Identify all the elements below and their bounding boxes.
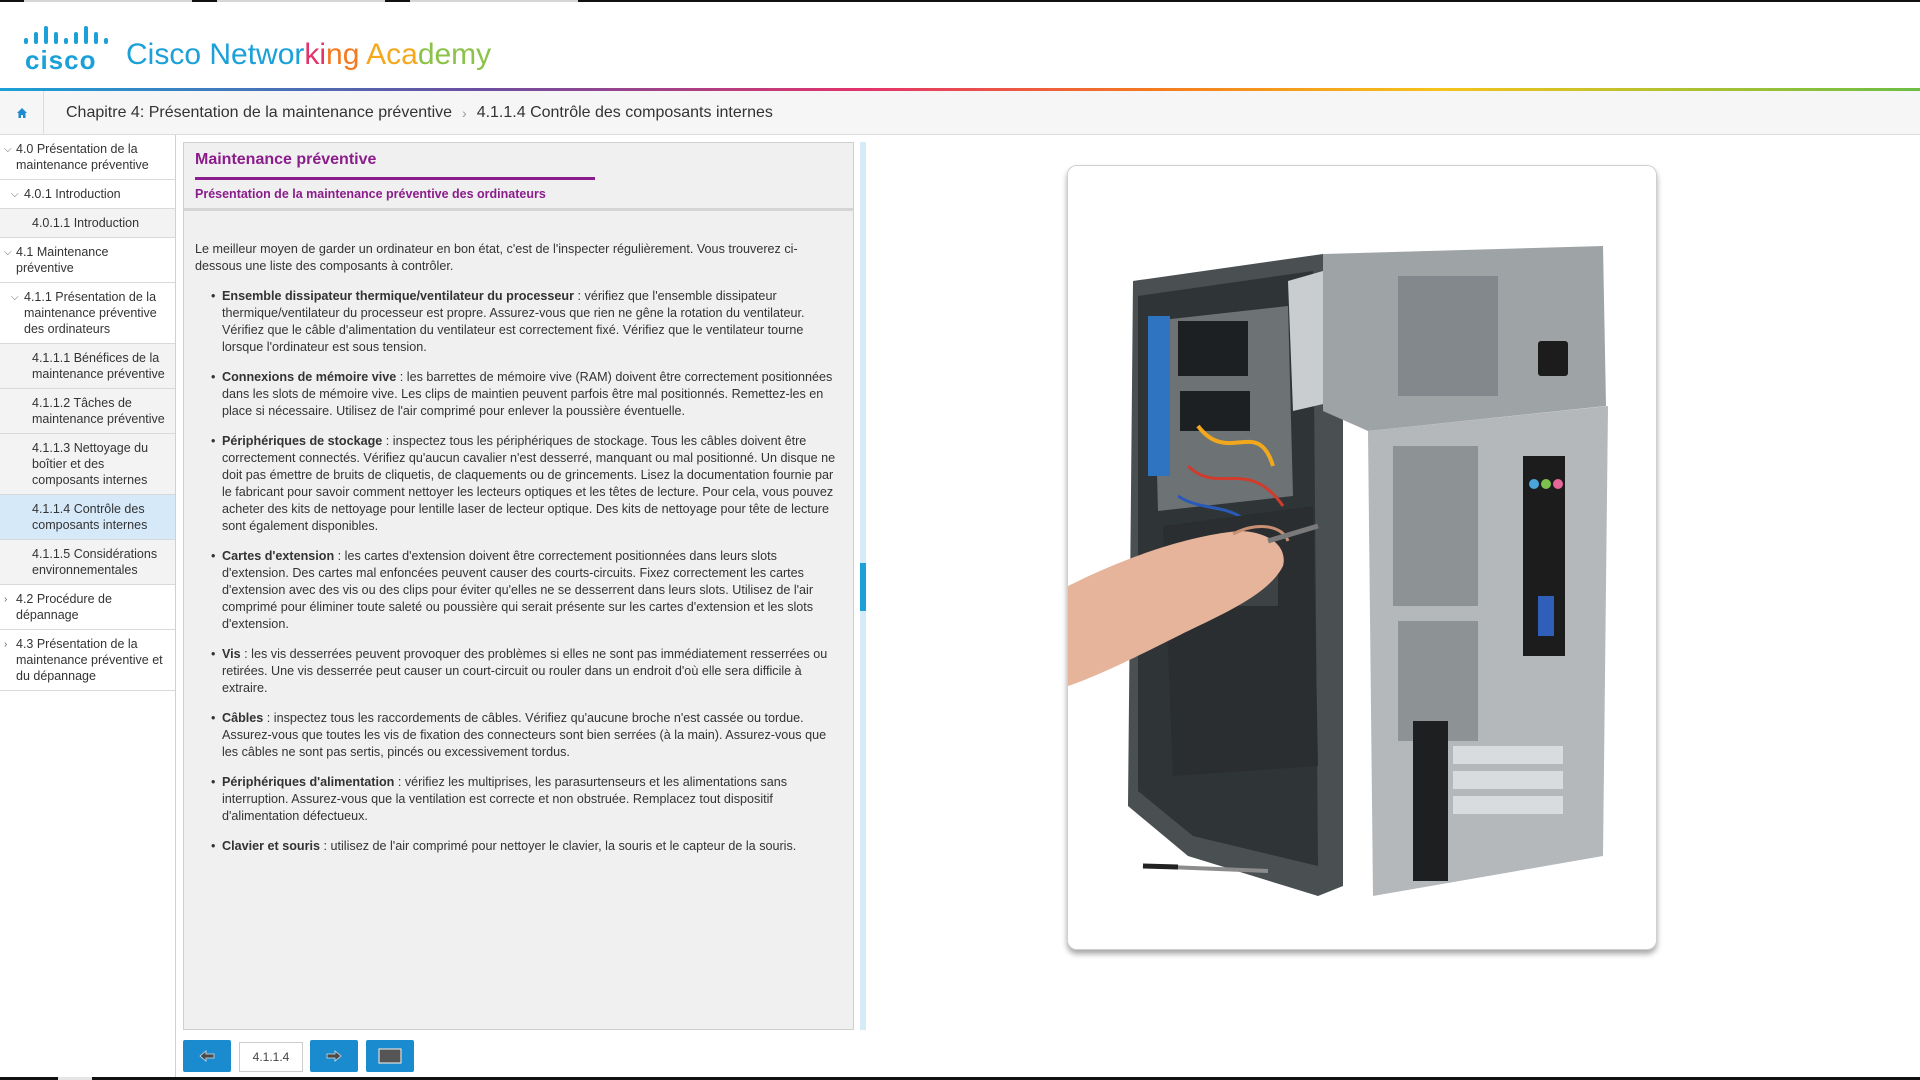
- arrow-right-icon: [326, 1050, 342, 1062]
- app-title-part: demy: [417, 38, 492, 71]
- home-button[interactable]: [0, 91, 44, 135]
- toc-item[interactable]: ⌵ 4.1.1 Présentation de la maintenance pr…: [0, 283, 175, 344]
- app-header: cisco Cisco Networking Academy: [0, 2, 1920, 88]
- toc-item[interactable]: 4.1.1.1 Bénéfices de la maintenance prév…: [0, 344, 175, 389]
- chevron-down-icon: ⌵: [11, 292, 19, 303]
- list-item: Câbles : inspectez tous les raccordement…: [211, 710, 843, 761]
- content-panel: Maintenance préventive Présentation de l…: [183, 142, 854, 1030]
- app-title-part: ki: [304, 38, 327, 71]
- chevron-down-icon: ⌵: [4, 144, 12, 155]
- toc-item[interactable]: 4.1.1.3 Nettoyage du boîtier et des comp…: [0, 434, 175, 495]
- app-title-part: Cisco Networ: [126, 38, 305, 71]
- toc-item-label: 4.1.1.2 Tâches de maintenance préventive: [32, 396, 165, 426]
- title-underline: [195, 177, 595, 180]
- list-item-text: : inspectez tous les raccordements de câ…: [222, 711, 827, 759]
- toc-item[interactable]: 4.1.1.2 Tâches de maintenance préventive: [0, 389, 175, 434]
- app-title-part: ng: [326, 38, 367, 71]
- toc-item[interactable]: › 4.2 Procédure de dépannage: [0, 585, 175, 630]
- cisco-logo: cisco: [24, 24, 108, 75]
- previous-button[interactable]: [183, 1040, 231, 1072]
- list-item: Clavier et souris : utilisez de l'air co…: [211, 838, 843, 855]
- toc-item-label: 4.0 Présentation de la maintenance préve…: [16, 142, 149, 172]
- list-item-term: Ensemble dissipateur thermique/ventilate…: [222, 289, 575, 303]
- home-icon: [16, 108, 27, 118]
- page-subtitle: Présentation de la maintenance préventiv…: [195, 187, 546, 201]
- toc-item-label: 4.1.1.1 Bénéfices de la maintenance prév…: [32, 351, 165, 381]
- breadcrumb-bar: Chapitre 4: Présentation de la maintenan…: [0, 91, 1920, 135]
- list-item: Périphériques de stockage : inspectez to…: [211, 433, 843, 535]
- list-item-term: Connexions de mémoire vive: [222, 370, 397, 384]
- toc-item[interactable]: › 4.3 Présentation de la maintenance prév…: [0, 630, 175, 691]
- list-item: Vis : les vis desserrées peuvent provoqu…: [211, 646, 843, 697]
- toc-item-label: 4.1.1 Présentation de la maintenance pré…: [24, 290, 157, 336]
- toc-sidebar: ⌵ 4.0 Présentation de la maintenance prév…: [0, 135, 176, 1080]
- list-item-text: : utilisez de l'air comprimé pour nettoy…: [320, 839, 797, 853]
- list-item-term: Périphériques d'alimentation: [222, 775, 395, 789]
- list-item: Périphériques d'alimentation : vérifiez …: [211, 774, 843, 825]
- toc-item-label: 4.3 Présentation de la maintenance préve…: [16, 637, 163, 683]
- breadcrumb-chapter[interactable]: Chapitre 4: Présentation de la maintenan…: [66, 104, 452, 122]
- toc-item-active[interactable]: 4.1.1.4 Contrôle des composants internes: [0, 495, 175, 540]
- list-item: Connexions de mémoire vive : les barrett…: [211, 369, 843, 420]
- list-item-term: Vis: [222, 647, 241, 661]
- content-body: Le meilleur moyen de garder un ordinateu…: [195, 241, 843, 868]
- toc-item[interactable]: ⌵ 4.0 Présentation de la maintenance prév…: [0, 135, 175, 180]
- list-item-text: : les vis desserrées peuvent provoquer d…: [222, 647, 828, 695]
- arrow-left-icon: [199, 1050, 215, 1062]
- list-item: Ensemble dissipateur thermique/ventilate…: [211, 288, 843, 356]
- cisco-bars-icon: [24, 24, 108, 44]
- list-item: Cartes d'extension : les cartes d'extens…: [211, 548, 843, 633]
- toc-item[interactable]: 4.0.1.1 Introduction: [0, 209, 175, 238]
- chevron-right-icon: ›: [4, 594, 8, 605]
- splitter-handle[interactable]: [860, 563, 866, 611]
- intro-paragraph: Le meilleur moyen de garder un ordinateu…: [195, 242, 798, 273]
- list-item-term: Câbles: [222, 711, 264, 725]
- toc-item-label: 4.1.1.4 Contrôle des composants internes: [32, 502, 148, 532]
- panel-toggle-icon: [378, 1048, 402, 1064]
- breadcrumb-separator-icon: ›: [462, 105, 467, 121]
- page-number: 4.1.1.4: [239, 1042, 303, 1072]
- toc-item[interactable]: 4.1.1.5 Considérations environnementales: [0, 540, 175, 585]
- chevron-down-icon: ⌵: [4, 247, 12, 258]
- computer-tower-photo: [1067, 165, 1657, 950]
- list-item-term: Clavier et souris: [222, 839, 320, 853]
- toc-item[interactable]: ⌵ 4.1 Maintenance préventive: [0, 238, 175, 283]
- toc-item-label: 4.0.1.1 Introduction: [32, 216, 140, 230]
- computer-tower-illustration: [1068, 166, 1656, 949]
- chevron-right-icon: ›: [4, 639, 8, 650]
- list-item-text: : inspectez tous les périphériques de st…: [222, 434, 836, 533]
- app-title: Cisco Networking Academy: [126, 38, 491, 72]
- toc-item-label: 4.1.1.3 Nettoyage du boîtier et des comp…: [32, 441, 149, 487]
- page-title: Maintenance préventive: [195, 151, 377, 168]
- list-item-term: Périphériques de stockage: [222, 434, 383, 448]
- toc-item-label: 4.0.1 Introduction: [24, 187, 121, 201]
- toc-item-label: 4.1.1.5 Considérations environnementales: [32, 547, 158, 577]
- next-button[interactable]: [310, 1040, 358, 1072]
- breadcrumb: Chapitre 4: Présentation de la maintenan…: [66, 91, 773, 135]
- cisco-logo-text: cisco: [25, 45, 97, 75]
- chevron-down-icon: ⌵: [11, 189, 19, 200]
- toc-item-label: 4.2 Procédure de dépannage: [16, 592, 112, 622]
- toggle-panel-button[interactable]: [366, 1040, 414, 1072]
- app-title-part: Aca: [366, 38, 418, 71]
- toc-item[interactable]: ⌵ 4.0.1 Introduction: [0, 180, 175, 209]
- component-list: Ensemble dissipateur thermique/ventilate…: [195, 288, 843, 855]
- panel-header: Maintenance préventive Présentation de l…: [184, 143, 853, 211]
- breadcrumb-current: 4.1.1.4 Contrôle des composants internes: [476, 104, 773, 121]
- toc-item-label: 4.1 Maintenance préventive: [16, 245, 109, 275]
- list-item-term: Cartes d'extension: [222, 549, 335, 563]
